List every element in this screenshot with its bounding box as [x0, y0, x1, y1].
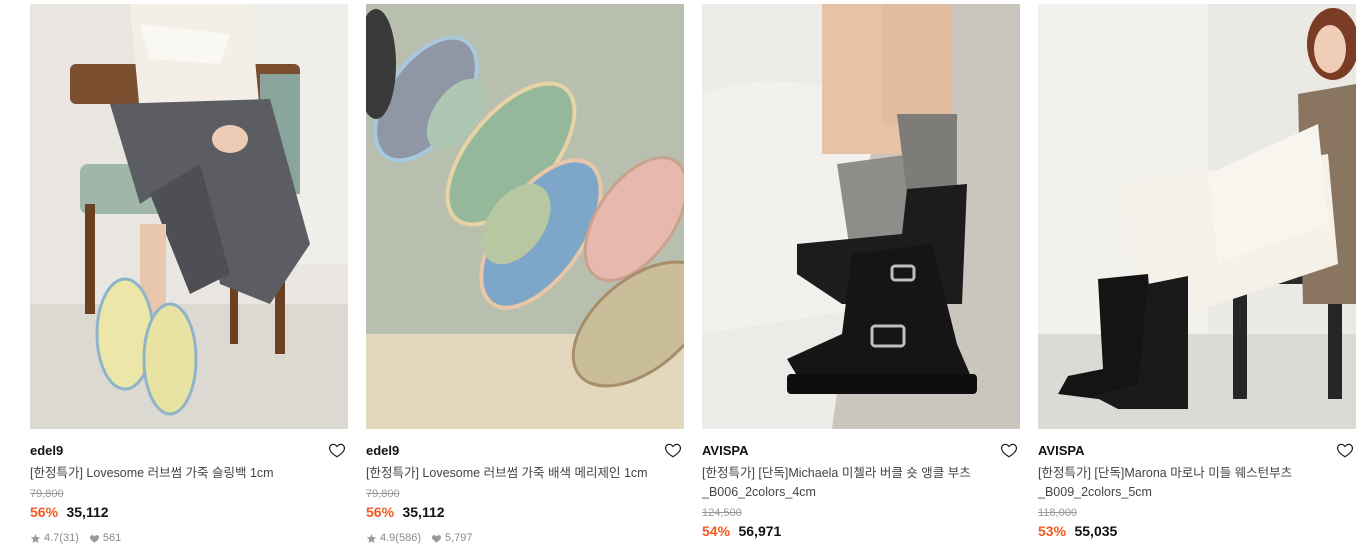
- product-image[interactable]: [1038, 4, 1356, 429]
- black-buckle-ankle-boots-photo: [702, 4, 1020, 429]
- brand-name[interactable]: edel9: [30, 443, 348, 459]
- review-count: (586): [395, 532, 421, 544]
- star-icon: [366, 533, 377, 544]
- rating-value: 4.9: [380, 532, 396, 544]
- wishlist-heart-icon[interactable]: [664, 441, 682, 459]
- product-card[interactable]: AVISPA [한정특가] [단독]Marona 마로나 미들 웨스턴부츠_B0…: [1038, 4, 1356, 545]
- pastel-slingback-flats-photo: [30, 4, 348, 429]
- product-info: edel9 [한정특가] Lovesome 러브썸 가죽 배색 메리제인 1cm…: [366, 429, 684, 545]
- price-row: 54% 56,971: [702, 523, 1020, 540]
- product-card[interactable]: AVISPA [한정특가] [단독]Michaela 미첼라 버클 숏 앵클 부…: [702, 4, 1020, 545]
- brand-name[interactable]: AVISPA: [1038, 443, 1356, 459]
- sale-price: 35,112: [66, 504, 109, 520]
- star-icon: [30, 533, 41, 544]
- product-grid: edel9 [한정특가] Lovesome 러브썸 가죽 슬링백 1cm 79,…: [30, 4, 1356, 545]
- product-image[interactable]: [30, 4, 348, 429]
- discount-rate: 56%: [366, 504, 395, 520]
- brand-name[interactable]: edel9: [366, 443, 684, 459]
- brand-name[interactable]: AVISPA: [702, 443, 1020, 459]
- review-meta: 4.7 (31) 561: [30, 531, 348, 545]
- rating-value: 4.7: [44, 532, 60, 544]
- review-count: (31): [59, 532, 79, 544]
- colorful-mary-jane-flats-photo: [366, 4, 684, 429]
- like-count: 561: [102, 532, 122, 544]
- product-info: AVISPA [한정특가] [단독]Michaela 미첼라 버클 숏 앵클 부…: [702, 429, 1020, 540]
- wishlist-heart-icon[interactable]: [328, 441, 346, 459]
- review-meta: 4.9 (586) 5,797: [366, 531, 684, 545]
- price-row: 56% 35,112: [30, 504, 348, 521]
- product-title[interactable]: [한정특가] Lovesome 러브썸 가죽 배색 메리제인 1cm: [366, 464, 656, 483]
- price-row: 53% 55,035: [1038, 523, 1356, 540]
- product-title[interactable]: [한정특가] [단독]Michaela 미첼라 버클 숏 앵클 부츠_B006_…: [702, 464, 992, 502]
- product-title[interactable]: [한정특가] [단독]Marona 마로나 미들 웨스턴부츠_B009_2col…: [1038, 464, 1328, 502]
- product-image[interactable]: [366, 4, 684, 429]
- heart-filled-icon: [431, 533, 442, 544]
- product-info: edel9 [한정특가] Lovesome 러브썸 가죽 슬링백 1cm 79,…: [30, 429, 348, 545]
- wishlist-heart-icon[interactable]: [1000, 441, 1018, 459]
- sale-price: 56,971: [738, 523, 782, 539]
- discount-rate: 53%: [1038, 523, 1067, 539]
- original-price: 79,800: [30, 488, 64, 500]
- product-card[interactable]: edel9 [한정특가] Lovesome 러브썸 가죽 배색 메리제인 1cm…: [366, 4, 684, 545]
- wishlist-heart-icon[interactable]: [1336, 441, 1354, 459]
- sale-price: 55,035: [1074, 523, 1118, 539]
- black-western-boots-photo: [1038, 4, 1356, 429]
- original-price: 124,500: [702, 507, 742, 519]
- product-image[interactable]: [702, 4, 1020, 429]
- sale-price: 35,112: [402, 504, 445, 520]
- product-info: AVISPA [한정특가] [단독]Marona 마로나 미들 웨스턴부츠_B0…: [1038, 429, 1356, 540]
- original-price: 118,000: [1038, 507, 1077, 519]
- heart-filled-icon: [89, 533, 100, 544]
- discount-rate: 54%: [702, 523, 731, 539]
- original-price: 79,800: [366, 488, 400, 500]
- product-card[interactable]: edel9 [한정특가] Lovesome 러브썸 가죽 슬링백 1cm 79,…: [30, 4, 348, 545]
- like-count: 5,797: [444, 532, 473, 544]
- product-title[interactable]: [한정특가] Lovesome 러브썸 가죽 슬링백 1cm: [30, 464, 320, 483]
- discount-rate: 56%: [30, 504, 59, 520]
- price-row: 56% 35,112: [366, 504, 684, 521]
